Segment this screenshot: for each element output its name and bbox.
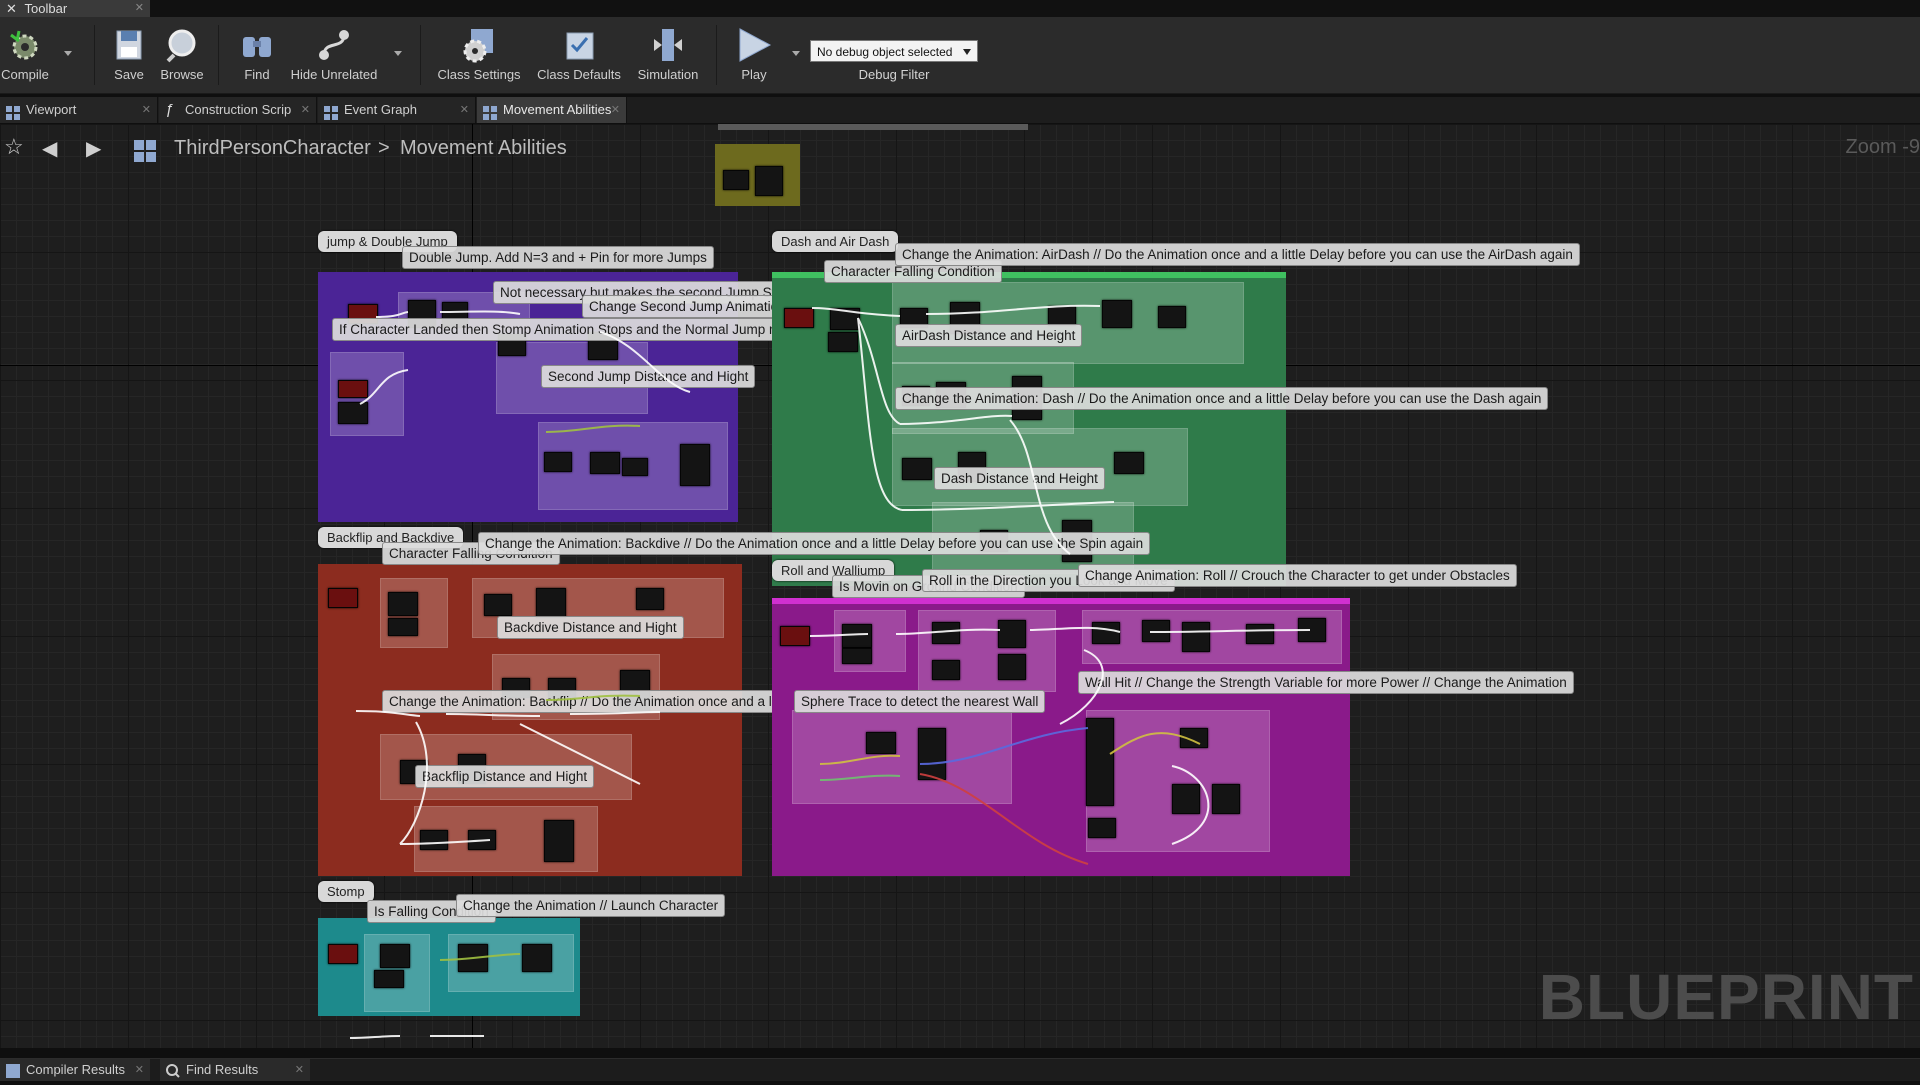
breadcrumb-separator: > [378, 137, 390, 159]
chevron-down-icon [963, 49, 971, 55]
tab-construction-script[interactable]: ƒ Construction Scrip ✕ [159, 97, 317, 123]
toolbar-tab-label: Toolbar [24, 1, 68, 16]
breadcrumb: ☆ ◀ ▶ ThirdPersonCharacter > Movement Ab… [0, 124, 1920, 174]
node-wires [349, 304, 1311, 1039]
find-button[interactable]: Find [232, 21, 282, 91]
browse-button[interactable]: Browse [156, 21, 208, 91]
class-defaults-checklist-icon [559, 25, 599, 65]
close-icon[interactable]: ✕ [301, 97, 310, 123]
debug-filter-label: Debug Filter [858, 67, 930, 82]
blueprint-watermark: BLUEPRINT [1538, 961, 1914, 1033]
class-settings-button[interactable]: Class Settings [436, 21, 522, 91]
simulation-button[interactable]: Simulation [632, 21, 704, 91]
divider [716, 25, 717, 85]
close-icon[interactable]: ✕ [611, 97, 620, 123]
graph-icon [483, 103, 497, 120]
breadcrumb-current[interactable]: Movement Abilities [400, 137, 567, 160]
hide-unrelated-chevron-down-icon[interactable] [394, 51, 402, 56]
tab-movement-abilities[interactable]: Movement Abilities ✕ [477, 97, 627, 123]
document-tabs: Viewport ✕ ƒ Construction Scrip ✕ Event … [0, 97, 1920, 123]
tab-event-graph[interactable]: Event Graph ✕ [318, 97, 476, 123]
event-graph-icon [324, 103, 338, 120]
debug-object-select[interactable]: No debug object selected [810, 40, 978, 62]
close-icon[interactable]: ✕ [135, 1059, 144, 1081]
simulation-icon [648, 25, 688, 65]
class-settings-gear-icon [459, 25, 499, 65]
close-icon[interactable]: ✕ [460, 97, 469, 123]
divider [420, 25, 421, 85]
close-icon[interactable]: ✕ [135, 0, 144, 17]
play-button[interactable]: Play [726, 21, 782, 91]
tab-compiler-results[interactable]: Compiler Results ✕ [0, 1059, 150, 1081]
class-defaults-button[interactable]: Class Defaults [534, 21, 624, 91]
viewport-grid-icon [6, 103, 20, 120]
save-button[interactable]: Save [104, 21, 154, 91]
favorite-star-icon[interactable]: ☆ [4, 134, 24, 160]
close-icon[interactable]: ✕ [295, 1059, 304, 1081]
bottom-tabs: Compiler Results ✕ Find Results ✕ [0, 1058, 1920, 1081]
graph-canvas[interactable]: jump & Double Jump Double Jump. Add N=3 … [0, 124, 1920, 1048]
compile-gear-icon [5, 25, 45, 65]
compile-options-chevron-down-icon[interactable] [64, 51, 72, 56]
find-results-magnifier-icon [166, 1063, 180, 1085]
browse-magnifier-icon [162, 25, 202, 65]
save-icon [109, 25, 149, 65]
compile-button[interactable]: Compile [0, 21, 50, 91]
graph-grid-icon [134, 140, 156, 168]
function-icon: ƒ [165, 101, 174, 118]
divider [218, 25, 219, 85]
play-options-chevron-down-icon[interactable] [792, 51, 800, 56]
tab-viewport[interactable]: Viewport ✕ [0, 97, 158, 123]
back-arrow-icon[interactable]: ◀ [42, 136, 57, 161]
play-icon [734, 25, 774, 65]
breadcrumb-root[interactable]: ThirdPersonCharacter [174, 137, 371, 160]
compiler-results-icon [6, 1063, 20, 1085]
toolbar-window-tab[interactable]: ✕ Toolbar ✕ [0, 0, 150, 17]
hide-unrelated-button[interactable]: Hide Unrelated [288, 21, 380, 91]
close-icon[interactable]: ✕ [142, 97, 151, 123]
zoom-level: Zoom -9 [1845, 136, 1920, 158]
toolbar-tab-icon: ✕ [6, 1, 17, 16]
forward-arrow-icon[interactable]: ▶ [86, 136, 101, 161]
hide-unrelated-nodes-icon [314, 25, 354, 65]
title-strip [0, 0, 1920, 17]
divider [94, 25, 95, 85]
tab-find-results[interactable]: Find Results ✕ [160, 1059, 310, 1081]
find-binoculars-icon [237, 25, 277, 65]
